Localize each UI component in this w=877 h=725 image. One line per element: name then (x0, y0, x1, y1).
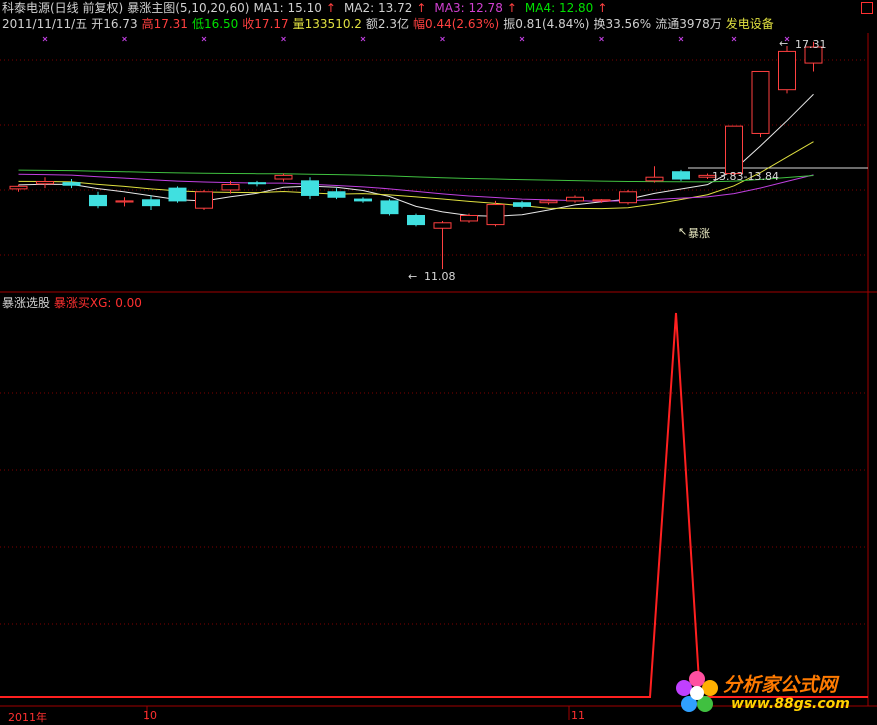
high-price-label: 17.31 (795, 38, 827, 51)
ma4-value: MA4: 12.80 ↑ (524, 1, 608, 15)
time-axis-month-10: 10 (143, 709, 157, 722)
candle (62, 179, 81, 189)
candle (513, 200, 531, 209)
candle-body (274, 174, 293, 180)
candle-body (778, 50, 796, 91)
candle-body (513, 202, 531, 207)
candle-body (62, 182, 81, 186)
stock-title: 科泰电源(日线 前复权) (2, 1, 124, 15)
signal-arrow: ↖ (678, 225, 687, 238)
watermark-text: 分析家公式网 (723, 674, 838, 696)
candle-body (248, 182, 266, 185)
quote-turnover: 换33.56% (593, 17, 652, 31)
ma60-line (18, 169, 814, 183)
candle-body (115, 200, 134, 203)
candle (751, 70, 770, 138)
candle (168, 186, 187, 203)
quote-float: 流通3978万 (655, 17, 722, 31)
candle-body (566, 196, 584, 202)
candle (672, 169, 690, 181)
high-price-arrow: ← (779, 37, 788, 50)
candle-body (619, 191, 637, 204)
candle (566, 195, 584, 203)
candle (645, 166, 664, 183)
candle-body (725, 125, 743, 175)
quote-amplitude: 振0.81(4.84%) (503, 17, 590, 31)
candle (327, 188, 346, 200)
candle (486, 200, 505, 227)
candle-body (195, 191, 213, 209)
low-price-arrow: ← (408, 270, 417, 283)
sub-panel-title: 暴涨选股 暴涨买XG: 0.00 (2, 294, 142, 311)
candle (274, 173, 293, 182)
ma1-value: MA1: 15.10 ↑ (253, 1, 336, 15)
signal-markers (42, 36, 790, 42)
candle (115, 197, 134, 207)
indicator-name[interactable]: 暴涨主图(5,10,20,60) (127, 1, 249, 15)
candle-body (89, 194, 107, 207)
grid-lines (0, 33, 877, 720)
candle (195, 189, 213, 211)
quote-high: 高17.31 (141, 17, 188, 31)
candle-body (380, 200, 399, 215)
flower-logo-icon (676, 671, 718, 712)
quote-low: 低16.50 (191, 17, 239, 31)
watermark-url: www.88gs.com (731, 696, 850, 712)
candle (725, 125, 743, 176)
ma10-line (18, 141, 814, 210)
quote-open: 开16.73 (91, 17, 138, 31)
signal-label: 暴涨 (688, 227, 710, 240)
candle-body (327, 191, 346, 198)
candle-body (672, 171, 690, 180)
candle-body (539, 200, 558, 204)
header-row: 科泰电源(日线 前复权) 暴涨主图(5,10,20,60) MA1: 15.10 ↑ M… (2, 0, 615, 16)
candle (36, 177, 54, 189)
quote-volume: 量133510.2 (292, 17, 362, 31)
quote-row: 2011/11/11/五 开16.73 高17.31 低16.50 收17.17 量133… (2, 16, 778, 32)
candle-body (645, 176, 664, 182)
sub-panel-value: 暴涨买XG: 0.00 (53, 296, 142, 310)
quote-date: 2011/11/11/五 (2, 17, 88, 31)
ma2-value: MA2: 13.72 ↑ (343, 1, 427, 15)
low-price-label: 11.08 (424, 270, 456, 283)
candle-body (751, 70, 770, 134)
candle (407, 213, 425, 227)
candle (354, 197, 372, 203)
close-button[interactable] (861, 2, 873, 14)
candle (460, 213, 478, 223)
candle (301, 177, 319, 200)
quote-close: 收17.17 (242, 17, 289, 31)
candle-body (142, 199, 160, 207)
ma3-value: MA3: 12.78 ↑ (434, 1, 517, 15)
chart-canvas[interactable]: 17.31 ← 11.08 ← 13.83-13.84 暴涨 ↖ (0, 0, 877, 723)
candle-body (354, 198, 372, 202)
candle-body (36, 181, 54, 185)
candle-body (407, 214, 425, 226)
watermark-logo: 分析家公式网 www.88gs.com (671, 668, 871, 718)
candle-body (460, 214, 478, 222)
candle-body (486, 204, 505, 226)
candle (142, 195, 160, 211)
time-axis-month-11: 11 (571, 709, 585, 722)
moving-average-lines (18, 93, 814, 217)
candle-body (9, 185, 28, 190)
candle-body (433, 222, 452, 229)
quote-industry[interactable]: 发电设备 (726, 17, 774, 31)
candle (433, 220, 452, 270)
candle-body (592, 199, 611, 202)
candle (778, 45, 796, 94)
buy-signal-line (0, 312, 868, 698)
quote-amount: 额2.3亿 (365, 17, 410, 31)
candle (9, 184, 28, 192)
candle (619, 189, 637, 205)
candle-body (301, 180, 319, 196)
sub-panel-name[interactable]: 暴涨选股 (2, 296, 50, 310)
candle (89, 191, 107, 209)
range-label: 13.83-13.84 (712, 170, 779, 183)
quote-change: 幅0.44(2.63%) (413, 17, 500, 31)
candle-body (221, 183, 240, 191)
candle (248, 180, 266, 187)
candle-body (168, 187, 187, 202)
candle (380, 199, 399, 216)
